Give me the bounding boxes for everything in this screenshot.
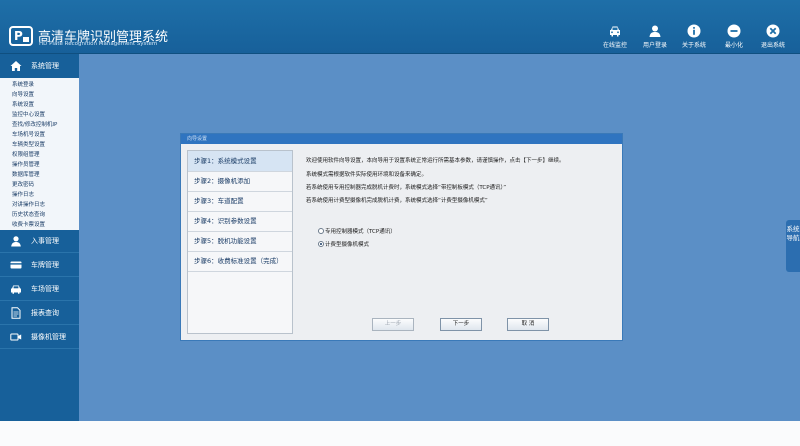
close-icon [766, 24, 780, 38]
sidebar-section-report-query[interactable]: 报表查询 [0, 301, 79, 325]
wizard-step-6[interactable]: 步骤6：收费标准设置（完成） [188, 251, 292, 271]
option-label: 专用控制器模式（TCP通讯） [325, 229, 396, 235]
prev-step-button[interactable]: 上一步 [372, 318, 414, 331]
intro-text-1: 欢迎使用软件向导设置，本向导用于设置系统正常运行所需基本参数，请谨慎操作，点击【… [306, 158, 565, 164]
sidebar-item-permission-groups[interactable]: 权限组管理 [12, 150, 40, 158]
sidebar-section-camera-management[interactable]: 摄像机管理 [0, 325, 79, 349]
person-icon [11, 236, 21, 247]
sidebar-section-label: 摄像机管理 [31, 333, 66, 341]
next-step-button[interactable]: 下一步 [440, 318, 482, 331]
report-icon [11, 307, 21, 319]
sidebar-item-intercom-log[interactable]: 对讲操作日志 [12, 200, 45, 208]
sidebar-item-wizard-settings[interactable]: 向导设置 [12, 90, 34, 98]
wizard-step-2[interactable]: 步骤2：摄像机添加 [188, 171, 292, 191]
status-bar [0, 421, 800, 446]
camera-icon [10, 333, 22, 341]
sidebar-item-system-settings[interactable]: 系统设置 [12, 100, 34, 108]
intro-text-4: 若系统使用计费型摄像机完成脱机计费，系统模式选择“计费型摄像机模式” [306, 198, 488, 204]
sidebar-item-system-login[interactable]: 系统登录 [12, 80, 34, 88]
option-camera-billing-mode[interactable]: 计费型摄像机模式 [318, 240, 369, 248]
intro-text-3: 若系统使用专用控制器完成脱机计费时，系统模式选择“带控制板模式（TCP通讯）” [306, 185, 507, 191]
wizard-step-5[interactable]: 步骤5：脱机功能设置 [188, 231, 292, 251]
sidebar-item-operation-log[interactable]: 操作日志 [12, 190, 34, 198]
step-divider [188, 271, 292, 272]
app-subtitle: HD Plate Recognition Management System [39, 41, 158, 47]
minimize-label: 最小化 [724, 42, 743, 49]
app-logo: P [9, 26, 33, 46]
online-monitor-button[interactable]: 在线监控 [593, 24, 637, 52]
minimize-icon [727, 24, 741, 38]
radio-unselected[interactable] [318, 227, 324, 234]
sidebar-item-vehicle-type-settings[interactable]: 车辆类型设置 [12, 140, 45, 148]
radio-selected[interactable] [318, 240, 324, 247]
sidebar-section-system-management[interactable]: 系统管理 [0, 54, 79, 78]
wizard-dialog: 向导设置 步骤1：系统模式设置 步骤2：摄像机添加 步骤3：车道配置 步骤4：识… [180, 133, 623, 341]
car-icon [610, 26, 620, 37]
card-icon [10, 261, 22, 269]
wizard-step-1[interactable]: 步骤1：系统模式设置 [188, 151, 292, 171]
dialog-title: 向导设置 [181, 134, 622, 144]
sidebar-section-label: 报表查询 [31, 309, 59, 317]
sidebar-section-label: 入事管理 [31, 237, 59, 245]
sidebar-item-database-management[interactable]: 数据库管理 [12, 170, 40, 178]
cancel-button[interactable]: 取 消 [507, 318, 549, 331]
sidebar-item-monitor-center-settings[interactable]: 监控中心设置 [12, 110, 45, 118]
sidebar-section-personnel[interactable]: 入事管理 [0, 229, 79, 253]
about-system-button[interactable]: 关于系统 [672, 24, 716, 52]
sidebar-item-parking-machine-number[interactable]: 车场机号设置 [12, 130, 45, 138]
car-icon [11, 285, 21, 294]
system-navigation-tab[interactable]: 系统导航 [786, 220, 800, 272]
minimize-button[interactable]: 最小化 [712, 24, 756, 52]
home-icon [10, 61, 22, 71]
sidebar-section-label: 系统管理 [31, 62, 59, 70]
intro-text-2: 系统模式需根据软件实际使用环境和设备来确定。 [306, 172, 428, 178]
sidebar-item-fee-card-settings[interactable]: 收费卡票设置 [12, 220, 45, 228]
sidebar-section-label: 车牌管理 [31, 261, 59, 269]
wizard-step-4[interactable]: 步骤4：识别参数设置 [188, 211, 292, 231]
exit-system-label: 退出系统 [760, 42, 785, 49]
online-monitor-label: 在线监控 [602, 42, 627, 49]
option-controller-mode[interactable]: 专用控制器模式（TCP通讯） [318, 227, 396, 235]
about-system-label: 关于系统 [681, 42, 706, 49]
user-login-label: 用户登录 [642, 42, 667, 49]
system-management-submenu: 系统登录 向导设置 系统设置 监控中心设置 查找/修改控制机IP 车场机号设置 … [0, 78, 79, 230]
sidebar-section-parking-management[interactable]: 车场管理 [0, 277, 79, 301]
exit-system-button[interactable]: 退出系统 [751, 24, 795, 52]
sidebar-item-operator-management[interactable]: 操作员管理 [12, 160, 40, 168]
app-header: P 高清车牌识别管理系统 HD Plate Recognition Manage… [0, 0, 800, 54]
option-label: 计费型摄像机模式 [325, 242, 370, 248]
sidebar-divider [0, 348, 79, 349]
wizard-steps-panel: 步骤1：系统模式设置 步骤2：摄像机添加 步骤3：车道配置 步骤4：识别参数设置… [187, 150, 293, 334]
user-icon [649, 25, 661, 37]
sidebar-item-find-modify-controller-ip[interactable]: 查找/修改控制机IP [12, 120, 57, 128]
user-login-button[interactable]: 用户登录 [633, 24, 677, 52]
sidebar-section-label: 车场管理 [31, 285, 59, 293]
sidebar-item-history-status[interactable]: 历史状态查询 [12, 210, 45, 218]
wizard-step-3[interactable]: 步骤3：车道配置 [188, 191, 292, 211]
info-icon [687, 24, 701, 38]
sidebar-section-plate-management[interactable]: 车牌管理 [0, 253, 79, 277]
sidebar-item-change-password[interactable]: 更改密码 [12, 180, 34, 188]
